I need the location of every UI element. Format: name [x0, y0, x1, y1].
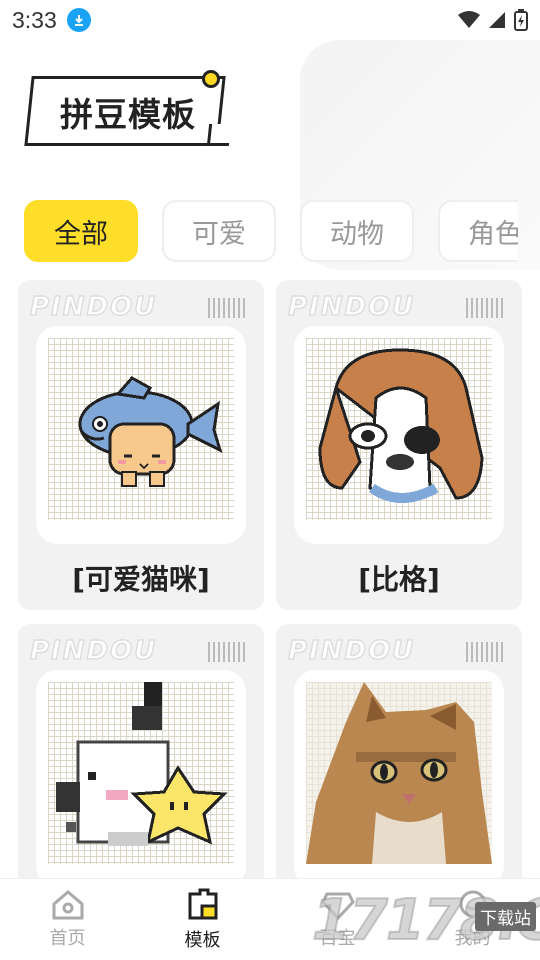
page-title-badge: 拼豆模板	[24, 70, 232, 152]
profile-icon	[459, 890, 486, 917]
card-image-frame	[36, 670, 246, 888]
signal-icon	[489, 12, 505, 28]
page-title: 拼豆模板	[60, 95, 196, 134]
gem-icon	[320, 892, 355, 920]
bottom-nav: 首页 模板 百宝 我的	[0, 878, 540, 960]
nav-profile-label: 我的	[454, 927, 491, 949]
template-card[interactable]: PINDOU [比格]	[276, 280, 522, 610]
barcode-icon	[466, 298, 504, 318]
template-icon	[188, 888, 217, 919]
card-image-frame	[294, 326, 504, 544]
pixel-beagle-image	[306, 338, 492, 520]
nav-home-label: 首页	[49, 927, 86, 949]
card-image-frame	[36, 326, 246, 544]
card-image-frame	[294, 670, 504, 888]
nav-template-label: 模板	[184, 929, 221, 951]
tab-character[interactable]: 角色	[438, 200, 518, 262]
card-title: [可爱猫咪]	[72, 563, 210, 596]
home-icon	[52, 889, 83, 919]
tab-cute[interactable]: 可爱	[162, 200, 276, 262]
download-icon	[66, 8, 91, 32]
status-bar: 3:33	[0, 0, 540, 40]
nav-home[interactable]: 首页	[0, 879, 135, 960]
card-brand: PINDOU	[29, 291, 158, 323]
nav-profile[interactable]: 我的	[405, 879, 540, 960]
template-card[interactable]: PINDOU	[18, 280, 264, 610]
status-time: 3:33	[12, 6, 57, 33]
nav-template[interactable]: 模板	[135, 879, 270, 960]
status-icons	[458, 9, 528, 31]
nav-treasure[interactable]: 百宝	[270, 879, 405, 960]
barcode-icon	[466, 642, 504, 662]
barcode-icon	[208, 298, 246, 318]
card-brand: PINDOU	[287, 291, 416, 323]
tab-all[interactable]: 全部	[24, 200, 138, 262]
tab-animal[interactable]: 动物	[300, 200, 414, 262]
wifi-icon	[458, 11, 480, 28]
category-tabs: 全部 可爱 动物 角色	[24, 200, 518, 262]
nav-treasure-label: 百宝	[319, 927, 356, 949]
pixel-character-image	[48, 682, 234, 864]
card-brand: PINDOU	[287, 635, 416, 667]
card-brand: PINDOU	[29, 635, 158, 667]
card-title: [比格]	[358, 563, 440, 596]
pixel-tabby-cat-image	[306, 682, 492, 864]
battery-icon	[514, 9, 528, 31]
barcode-icon	[208, 642, 246, 662]
app-screen: 3:33 拼豆模板 全部 可爱 动物 角色 PINDOU [可爱猫咪] PIND…	[0, 0, 540, 960]
pixel-cat-image	[48, 338, 234, 520]
title-dot-icon	[202, 70, 220, 88]
